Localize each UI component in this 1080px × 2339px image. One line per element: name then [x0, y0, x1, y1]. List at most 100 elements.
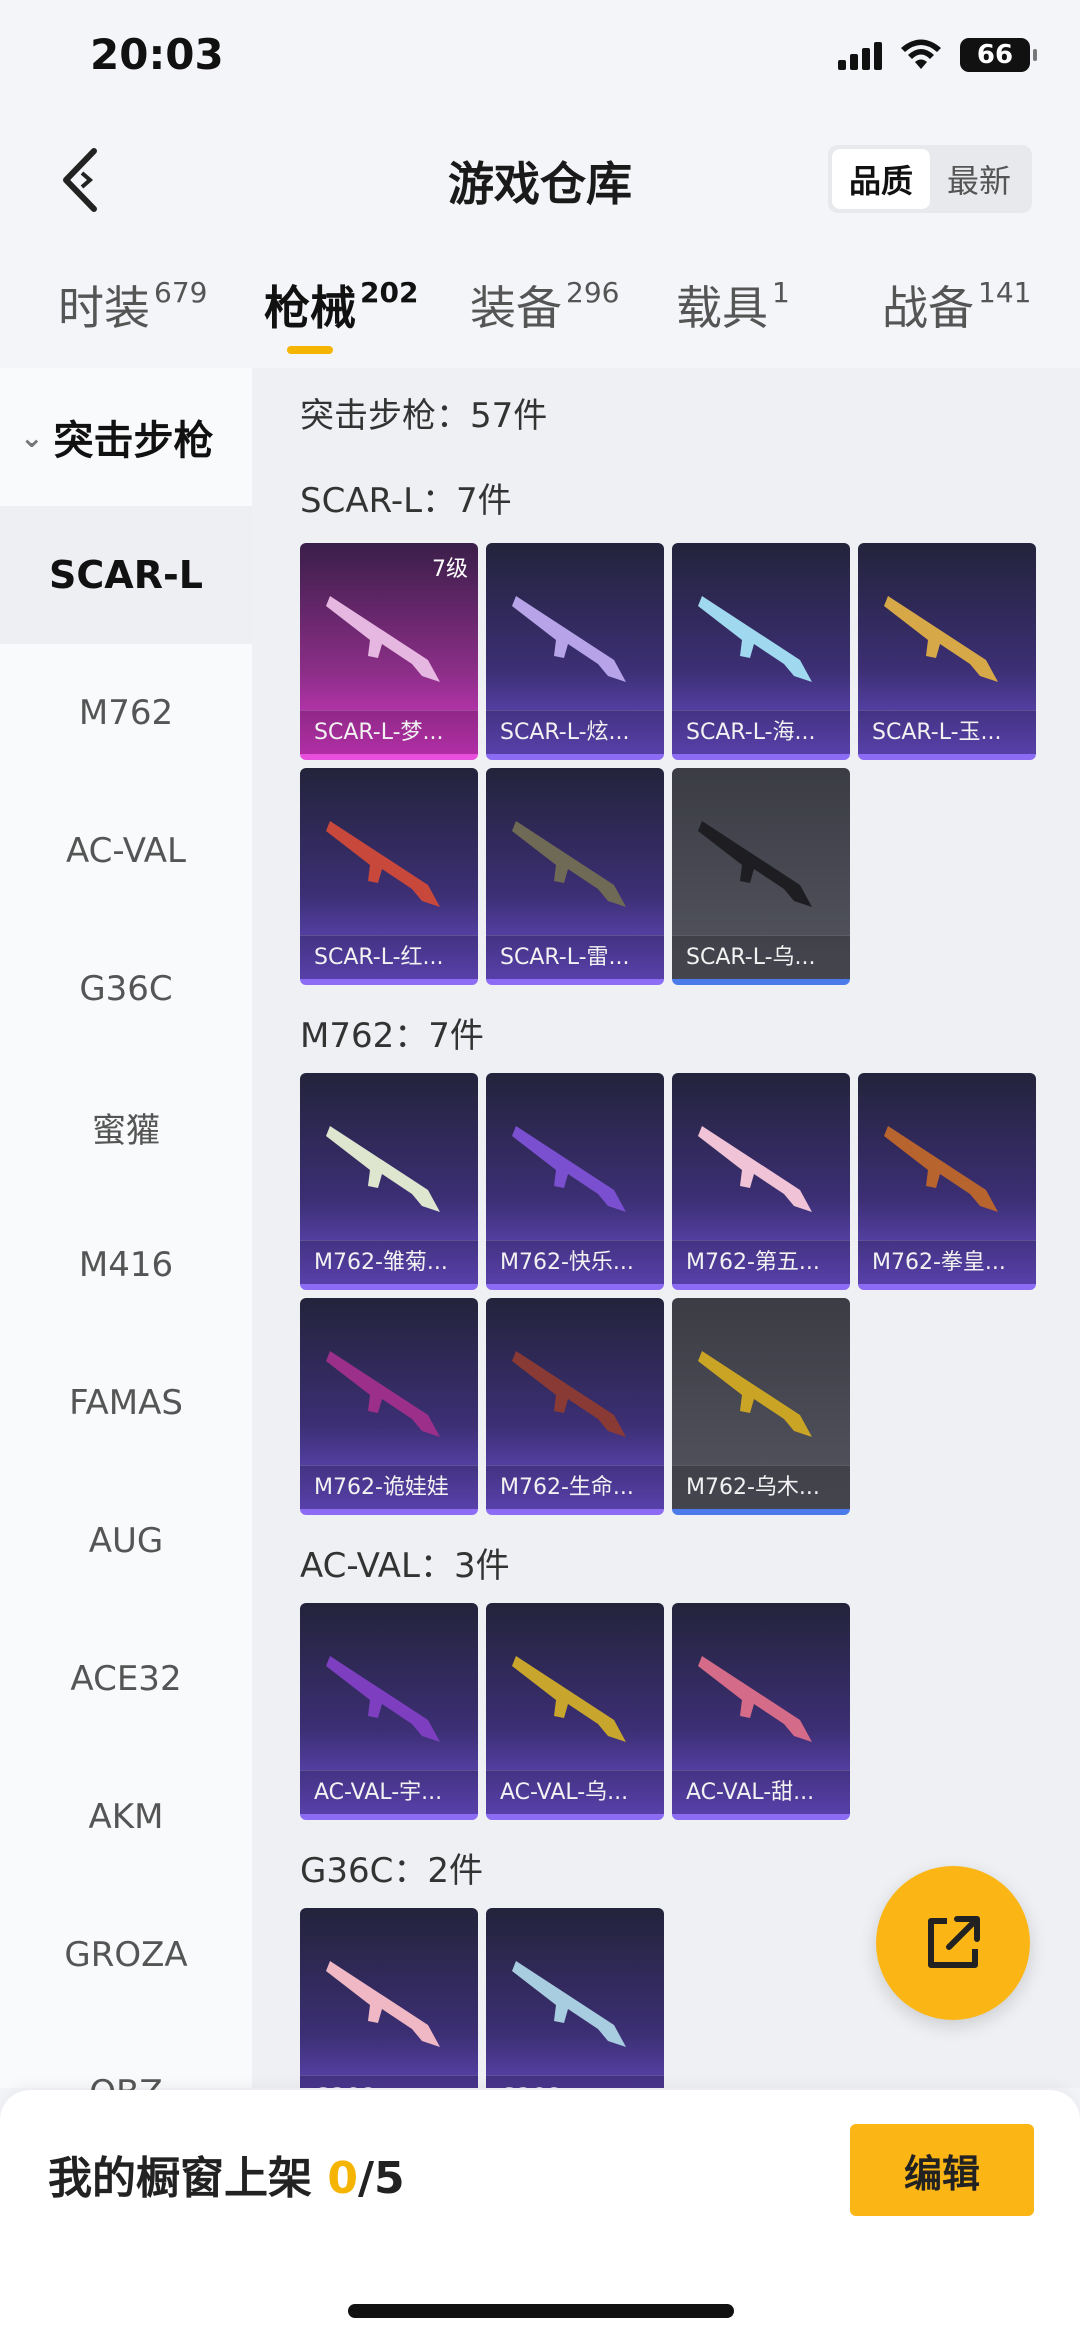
- item-name: SCAR-L-梦...: [300, 710, 478, 754]
- section-label: AC-VAL：3件: [300, 1546, 510, 1586]
- item-name: SCAR-L-乌...: [672, 935, 850, 979]
- item-card[interactable]: M762-拳皇...: [858, 1073, 1036, 1290]
- tab-count: 1: [772, 276, 790, 309]
- sidebar-group-label: 突击步枪: [53, 418, 214, 464]
- sort-newest-button[interactable]: 最新: [930, 149, 1028, 209]
- category-tabs: 时装 679 枪械 202 装备 296 载具 1 战备 141: [0, 272, 1080, 362]
- item-card[interactable]: M762-生命...: [486, 1298, 664, 1515]
- rifle-icon: [512, 1656, 626, 1742]
- battery-icon: 66: [960, 38, 1037, 72]
- showcase-status: 我的橱窗上架 0/5: [48, 2142, 405, 2206]
- bottom-bar: 我的橱窗上架 0/5 编辑: [0, 2090, 1080, 2339]
- tab-fashion[interactable]: 时装 679: [58, 272, 207, 338]
- sidebar-item[interactable]: AKM: [0, 1748, 252, 1886]
- tab-label: 战备: [882, 281, 974, 335]
- home-indicator: [348, 2304, 734, 2318]
- sidebar: ⌄ 突击步枪 SCAR-L M762 AC-VAL G36C 蜜獾 M416 FA…: [0, 368, 252, 2113]
- clock: 20:03: [90, 30, 224, 79]
- item-card[interactable]: AC-VAL-宇...: [300, 1603, 478, 1820]
- rifle-icon: [884, 1126, 998, 1212]
- item-card[interactable]: 7级 SCAR-L-梦...: [300, 543, 478, 760]
- item-name: M762-第五...: [672, 1240, 850, 1284]
- tab-count: 202: [360, 276, 419, 309]
- item-card[interactable]: M762-乌木...: [672, 1298, 850, 1515]
- item-card[interactable]: G36C-...: [300, 1908, 478, 2088]
- item-name: SCAR-L-玉...: [858, 710, 1036, 754]
- sidebar-item[interactable]: AUG: [0, 1472, 252, 1610]
- tab-vehicles[interactable]: 载具 1: [676, 272, 790, 338]
- status-bar: 20:03 66: [0, 0, 1080, 120]
- item-name: M762-乌木...: [672, 1465, 850, 1509]
- section-label: M762：7件: [300, 1016, 484, 1056]
- item-card[interactable]: M762-第五...: [672, 1073, 850, 1290]
- item-card[interactable]: AC-VAL-甜...: [672, 1603, 850, 1820]
- item-card[interactable]: M762-诡娃娃: [300, 1298, 478, 1515]
- edit-button[interactable]: 编辑: [850, 2124, 1034, 2216]
- tab-count: 141: [978, 276, 1032, 309]
- item-name: M762-诡娃娃: [300, 1465, 478, 1509]
- tab-gear[interactable]: 装备 296: [470, 272, 619, 338]
- tab-guns[interactable]: 枪械 202: [264, 272, 418, 338]
- item-card[interactable]: SCAR-L-雷...: [486, 768, 664, 985]
- rifle-icon: [512, 596, 626, 682]
- share-button[interactable]: [876, 1866, 1030, 2020]
- rifle-icon: [698, 596, 812, 682]
- section-label: G36C：2件: [300, 1851, 483, 1891]
- item-card[interactable]: SCAR-L-玉...: [858, 543, 1036, 760]
- tab-count: 679: [154, 276, 208, 309]
- tab-label: 载具: [676, 281, 768, 335]
- rifle-icon: [698, 821, 812, 907]
- sidebar-item[interactable]: FAMAS: [0, 1334, 252, 1472]
- item-name: AC-VAL-乌...: [486, 1770, 664, 1814]
- item-card[interactable]: SCAR-L-海...: [672, 543, 850, 760]
- item-name: SCAR-L-红...: [300, 935, 478, 979]
- showcase-total: /5: [357, 2153, 405, 2204]
- sort-toggle: 品质 最新: [828, 145, 1032, 213]
- sidebar-item[interactable]: ACE32: [0, 1610, 252, 1748]
- rifle-icon: [512, 1126, 626, 1212]
- sidebar-item[interactable]: M416: [0, 1196, 252, 1334]
- tab-supplies[interactable]: 战备 141: [882, 272, 1031, 338]
- sidebar-item[interactable]: GROZA: [0, 1886, 252, 2024]
- item-card[interactable]: M762-快乐...: [486, 1073, 664, 1290]
- sidebar-item[interactable]: SCAR-L: [0, 506, 252, 644]
- app-screen: 20:03 66 游戏仓库 品质 最新 时装 679 枪械 202 装备 296 载具…: [0, 0, 1080, 2339]
- item-name: M762-快乐...: [486, 1240, 664, 1284]
- sort-quality-button[interactable]: 品质: [832, 149, 930, 209]
- wifi-icon: [901, 39, 941, 69]
- tab-label: 时装: [58, 281, 150, 335]
- item-card[interactable]: M762-雏菊...: [300, 1073, 478, 1290]
- item-name: SCAR-L-雷...: [486, 935, 664, 979]
- sidebar-item[interactable]: 蜜獾: [0, 1058, 252, 1196]
- cellular-signal-icon: [838, 40, 882, 70]
- item-card[interactable]: G36C-...: [486, 1908, 664, 2088]
- item-name: SCAR-L-炫...: [486, 710, 664, 754]
- rifle-icon: [326, 596, 440, 682]
- rifle-icon: [326, 1656, 440, 1742]
- item-name: M762-雏菊...: [300, 1240, 478, 1284]
- rifle-icon: [512, 1961, 626, 2047]
- tab-label: 枪械: [264, 281, 356, 335]
- rifle-icon: [512, 1351, 626, 1437]
- section-label: SCAR-L：7件: [300, 481, 512, 521]
- sidebar-item[interactable]: G36C: [0, 920, 252, 1058]
- rifle-icon: [326, 1126, 440, 1212]
- item-name: AC-VAL-宇...: [300, 1770, 478, 1814]
- rifle-icon: [884, 596, 998, 682]
- rifle-icon: [326, 1961, 440, 2047]
- item-name: G36C-...: [486, 2075, 664, 2088]
- rifle-icon: [326, 821, 440, 907]
- item-card[interactable]: SCAR-L-炫...: [486, 543, 664, 760]
- active-tab-indicator: [287, 346, 333, 354]
- item-card[interactable]: AC-VAL-乌...: [486, 1603, 664, 1820]
- sidebar-group-header[interactable]: ⌄ 突击步枪: [0, 368, 252, 506]
- item-name: M762-生命...: [486, 1465, 664, 1509]
- item-card[interactable]: SCAR-L-乌...: [672, 768, 850, 985]
- item-name: AC-VAL-甜...: [672, 1770, 850, 1814]
- sidebar-item[interactable]: M762: [0, 644, 252, 782]
- item-name: G36C-...: [300, 2075, 478, 2088]
- rifle-icon: [698, 1351, 812, 1437]
- item-card[interactable]: SCAR-L-红...: [300, 768, 478, 985]
- external-link-icon: [928, 1916, 980, 1968]
- sidebar-item[interactable]: AC-VAL: [0, 782, 252, 920]
